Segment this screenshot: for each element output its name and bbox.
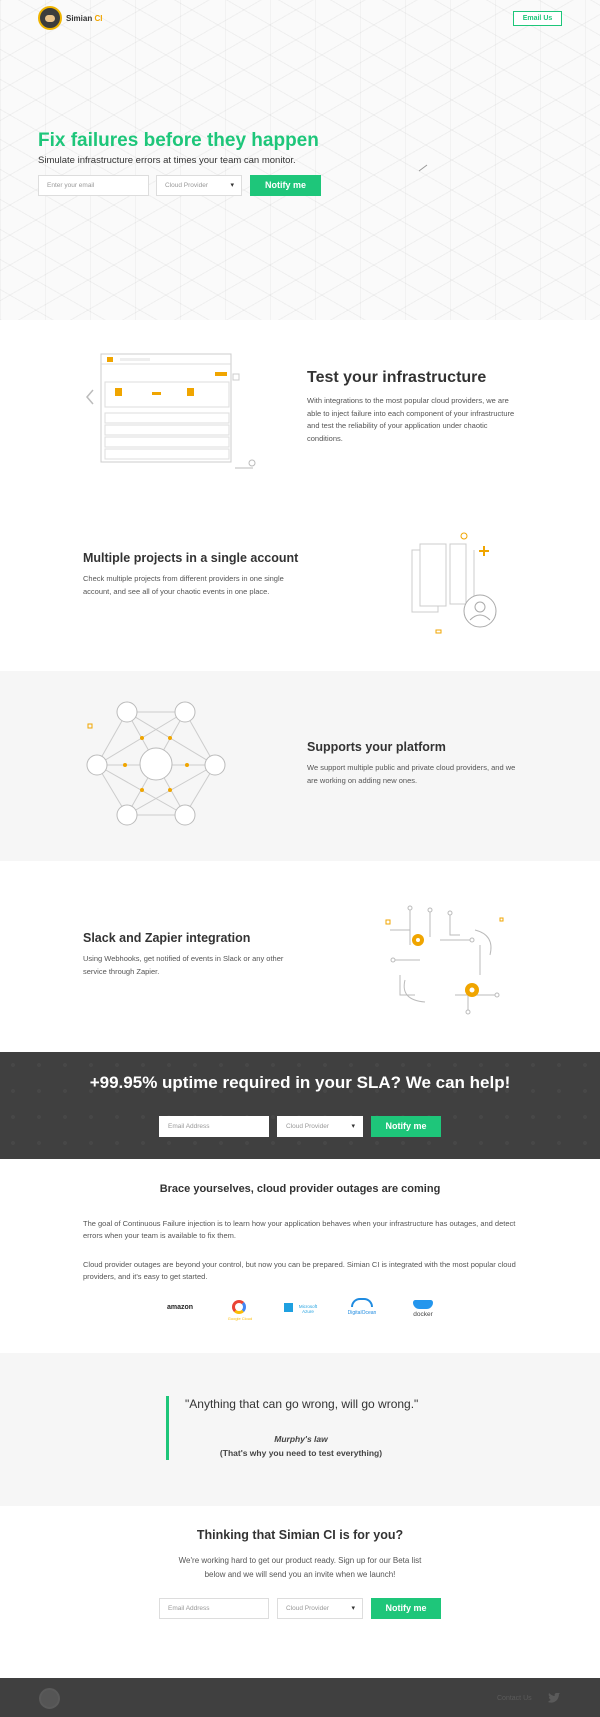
hero-email-input[interactable]: Enter your email — [38, 175, 149, 196]
contact-us-link[interactable]: Contact Us — [497, 1695, 532, 1702]
footer-logo[interactable] — [39, 1688, 60, 1709]
signup-text: We're working hard to get our product re… — [178, 1556, 422, 1579]
quote-bar — [166, 1396, 169, 1460]
signup-title: Thinking that Simian CI is for you? — [196, 1528, 404, 1542]
feature-text: Using Webhooks, get notified of events i… — [83, 954, 284, 976]
quote-note: (That's why you need to test everything) — [219, 1448, 383, 1458]
digitalocean-icon — [351, 1298, 373, 1307]
quote-section — [0, 1353, 600, 1506]
provider-label: Cloud Provider — [286, 1123, 329, 1130]
network-illustration — [86, 701, 226, 826]
digitalocean-logo: DigitalOcean — [347, 1310, 377, 1316]
hero-title: Fix failures before they happen — [38, 130, 319, 151]
quote-author: Murphy's law — [274, 1434, 328, 1444]
email-us-button[interactable]: Email Us — [513, 11, 562, 26]
quote-text: "Anything that can go wrong, will go wro… — [185, 1397, 419, 1411]
signup-provider-select[interactable]: Cloud Provider — [277, 1598, 363, 1619]
twitter-icon[interactable] — [547, 1693, 560, 1704]
google-cloud-logo: Google Cloud — [227, 1316, 253, 1321]
provider-label: Cloud Provider — [286, 1605, 329, 1612]
hero-provider-select[interactable]: Cloud Provider — [156, 175, 242, 196]
docker-logo: docker — [413, 1311, 433, 1318]
hero-notify-button[interactable]: Notify me — [250, 175, 321, 196]
feature-text: With integrations to the most popular cl… — [307, 396, 515, 443]
feature-text: We support multiple public and private c… — [307, 763, 516, 785]
cta-title: +99.95% uptime required in your SLA? We … — [89, 1073, 511, 1092]
logo[interactable] — [38, 6, 62, 30]
integration-illustration — [385, 905, 504, 1015]
docker-icon — [413, 1300, 433, 1309]
feature-title: Test your infrastructure — [307, 369, 487, 386]
cta-email-input[interactable]: Email Address — [159, 1116, 269, 1137]
outages-paragraph: Cloud provider outages are beyond your c… — [83, 1260, 516, 1281]
azure-icon — [284, 1303, 293, 1312]
azure-logo: Microsoft Azure — [298, 1304, 318, 1314]
signup-notify-button[interactable]: Notify me — [371, 1598, 441, 1619]
cta-provider-select[interactable]: Cloud Provider — [277, 1116, 363, 1137]
provider-label: Cloud Provider — [165, 182, 208, 189]
outages-paragraph: The goal of Continuous Failure injection… — [83, 1219, 516, 1240]
cta-notify-button[interactable]: Notify me — [371, 1116, 441, 1137]
amazon-logo: amazon — [166, 1304, 194, 1311]
brand-name[interactable]: Simian CI — [66, 14, 102, 23]
feature-title: Slack and Zapier integration — [83, 931, 251, 945]
hero-subtitle: Simulate infrastructure errors at times … — [38, 155, 296, 166]
feature-title: Supports your platform — [307, 740, 446, 754]
dashboard-illustration — [86, 353, 256, 469]
outages-title: Brace yourselves, cloud provider outages… — [159, 1183, 441, 1195]
google-cloud-icon — [232, 1300, 246, 1314]
cursor-glyph — [418, 164, 428, 172]
projects-illustration — [411, 532, 497, 634]
feature-title: Multiple projects in a single account — [83, 551, 299, 565]
feature-text: Check multiple projects from different p… — [83, 574, 284, 596]
cta-section — [0, 1052, 600, 1159]
signup-email-input[interactable]: Email Address — [159, 1598, 269, 1619]
